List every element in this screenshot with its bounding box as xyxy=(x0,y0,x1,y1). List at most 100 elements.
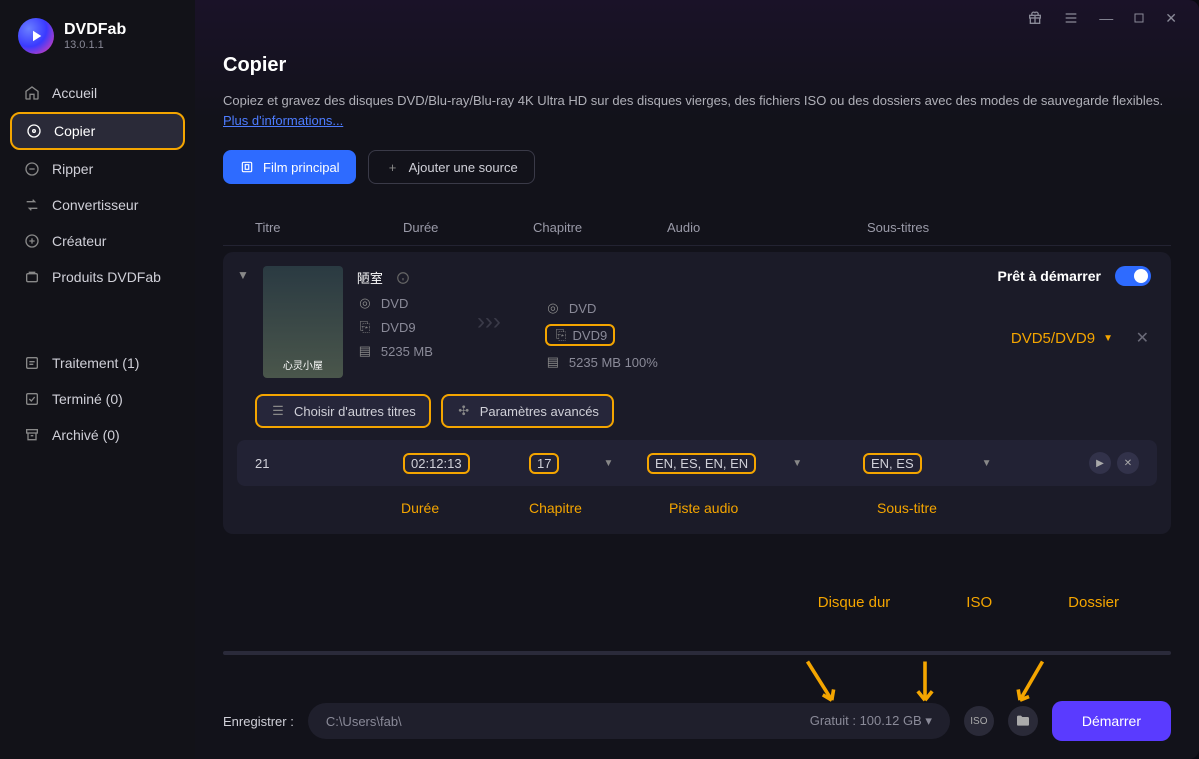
col-chapter: Chapitre xyxy=(533,220,667,235)
plus-icon: + xyxy=(385,159,401,175)
expand-caret-icon[interactable]: ▼ xyxy=(237,268,249,282)
src-size: 5235 MB xyxy=(381,344,433,359)
sidebar-item-processing[interactable]: Traitement (1) xyxy=(10,346,185,380)
sidebar-item-products[interactable]: Produits DVDFab xyxy=(10,260,185,294)
creator-icon xyxy=(24,233,40,249)
annot-audio: Piste audio xyxy=(669,500,877,516)
sidebar-item-label: Archivé (0) xyxy=(52,427,120,443)
brand-logo-icon xyxy=(18,18,54,54)
dvd-size-select[interactable]: DVD5/DVD9 ▼ xyxy=(1011,330,1113,347)
footer: Enregistrer : C:\Users\fab\ Gratuit : 10… xyxy=(195,701,1199,741)
disc-icon xyxy=(26,123,42,139)
sidebar-item-copy[interactable]: Copier xyxy=(10,112,185,150)
choose-titles-button[interactable]: ☰ Choisir d'autres titres xyxy=(255,394,431,428)
ready-label: Prêt à démarrer xyxy=(997,268,1101,284)
src-disc: DVD9 xyxy=(381,320,416,335)
annot-hdd: Disque dur xyxy=(818,594,891,611)
layer-icon: ⎘ xyxy=(553,327,569,343)
dst-disc: DVD9 xyxy=(573,328,608,343)
title-row: 21 02:12:13 17 ▼ EN, ES, EN, EN ▼ EN, ES… xyxy=(237,440,1157,486)
gear-icon: ✣ xyxy=(456,403,472,419)
arrow-right-icon: ››› xyxy=(477,308,501,336)
gift-icon[interactable] xyxy=(1027,10,1043,26)
disc-small-icon: ◎ xyxy=(357,295,373,311)
advanced-params-button[interactable]: ✣ Paramètres avancés xyxy=(441,394,614,428)
converter-icon xyxy=(24,197,40,213)
page-title: Copier xyxy=(223,54,1171,77)
minimize-button[interactable]: — xyxy=(1099,10,1113,26)
row-duration: 02:12:13 xyxy=(403,453,470,474)
save-label: Enregistrer : xyxy=(223,714,294,729)
info-icon[interactable] xyxy=(395,270,411,286)
sidebar-item-label: Produits DVDFab xyxy=(52,269,161,285)
sidebar-item-label: Accueil xyxy=(52,85,97,101)
list-icon: ☰ xyxy=(270,403,286,419)
row-subtitle: EN, ES xyxy=(863,453,922,474)
chevron-down-icon[interactable]: ▼ xyxy=(982,458,992,469)
size-icon: ▤ xyxy=(545,354,561,370)
chevron-down-icon[interactable]: ▼ xyxy=(792,458,802,469)
add-source-button[interactable]: + Ajouter une source xyxy=(368,150,535,184)
archive-icon xyxy=(24,427,40,443)
sidebar-item-ripper[interactable]: Ripper xyxy=(10,152,185,186)
menu-icon[interactable] xyxy=(1063,10,1079,26)
close-button[interactable]: ✕ xyxy=(1165,10,1177,27)
col-duration: Durée xyxy=(403,220,533,235)
annot-subtitle: Sous-titre xyxy=(877,500,1157,516)
annot-duration: Durée xyxy=(401,500,529,516)
sidebar-item-label: Traitement (1) xyxy=(52,355,139,371)
src-format: DVD xyxy=(381,296,408,311)
table-header: Titre Durée Chapitre Audio Sous-titres xyxy=(223,210,1171,246)
remove-row-button[interactable]: ✕ xyxy=(1117,452,1139,474)
sidebar-item-converter[interactable]: Convertisseur xyxy=(10,188,185,222)
sidebar-item-archived[interactable]: Archivé (0) xyxy=(10,418,185,452)
sidebar-item-done[interactable]: Terminé (0) xyxy=(10,382,185,416)
done-icon xyxy=(24,391,40,407)
maximize-button[interactable] xyxy=(1133,12,1145,24)
free-space: Gratuit : 100.12 GB ▾ xyxy=(810,713,932,729)
iso-icon: ISO xyxy=(970,716,987,727)
sidebar-item-label: Copier xyxy=(54,123,95,139)
chevron-down-icon: ▼ xyxy=(1103,333,1113,344)
brand-version: 13.0.1.1 xyxy=(64,39,126,51)
products-icon xyxy=(24,269,40,285)
start-button[interactable]: Démarrer xyxy=(1052,701,1171,741)
col-subtitle: Sous-titres xyxy=(867,220,1159,235)
dst-info: 5235 MB 100% xyxy=(569,355,658,370)
size-icon: ▤ xyxy=(357,343,373,359)
ripper-icon xyxy=(24,161,40,177)
source-card: ▼ 陋室 ◎DVD ⎘DVD9 ▤5235 MB ››› ◎DVD ⎘ DVD9… xyxy=(223,252,1171,534)
col-title: Titre xyxy=(235,220,403,235)
movie-poster xyxy=(263,266,343,378)
row-audio: EN, ES, EN, EN xyxy=(647,453,756,474)
page-description: Copiez et gravez des disques DVD/Blu-ray… xyxy=(223,91,1171,130)
sidebar-item-label: Ripper xyxy=(52,161,93,177)
film-icon xyxy=(239,159,255,175)
annot-folder: Dossier xyxy=(1068,594,1119,611)
folder-output-button[interactable] xyxy=(1008,706,1038,736)
ready-toggle[interactable] xyxy=(1115,266,1151,286)
more-info-link[interactable]: Plus d'informations... xyxy=(223,113,343,128)
movie-title: 陋室 xyxy=(357,268,383,287)
col-audio: Audio xyxy=(667,220,867,235)
sidebar-item-home[interactable]: Accueil xyxy=(10,76,185,110)
sidebar-item-creator[interactable]: Créateur xyxy=(10,224,185,258)
chevron-down-icon[interactable]: ▼ xyxy=(603,458,613,469)
play-preview-button[interactable]: ▶ xyxy=(1089,452,1111,474)
remove-item-button[interactable]: ✕ xyxy=(1136,328,1149,348)
dst-format: DVD xyxy=(569,301,596,316)
annot-chapter: Chapitre xyxy=(529,500,669,516)
save-path: C:\Users\fab\ xyxy=(326,714,810,729)
save-path-field[interactable]: C:\Users\fab\ Gratuit : 100.12 GB ▾ xyxy=(308,703,950,739)
sidebar: DVDFab 13.0.1.1 Accueil Copier Ripper Co… xyxy=(0,0,195,759)
row-title-number: 21 xyxy=(255,456,403,471)
sidebar-item-label: Terminé (0) xyxy=(52,391,123,407)
sidebar-item-label: Convertisseur xyxy=(52,197,138,213)
progress-bar xyxy=(223,651,1171,655)
home-icon xyxy=(24,85,40,101)
main: — ✕ Copier Copiez et gravez des disques … xyxy=(195,0,1199,759)
row-chapter: 17 xyxy=(529,453,559,474)
iso-output-button[interactable]: ISO xyxy=(964,706,994,736)
output-annotations: Disque dur ISO Dossier xyxy=(818,594,1119,611)
main-movie-button[interactable]: Film principal xyxy=(223,150,356,184)
